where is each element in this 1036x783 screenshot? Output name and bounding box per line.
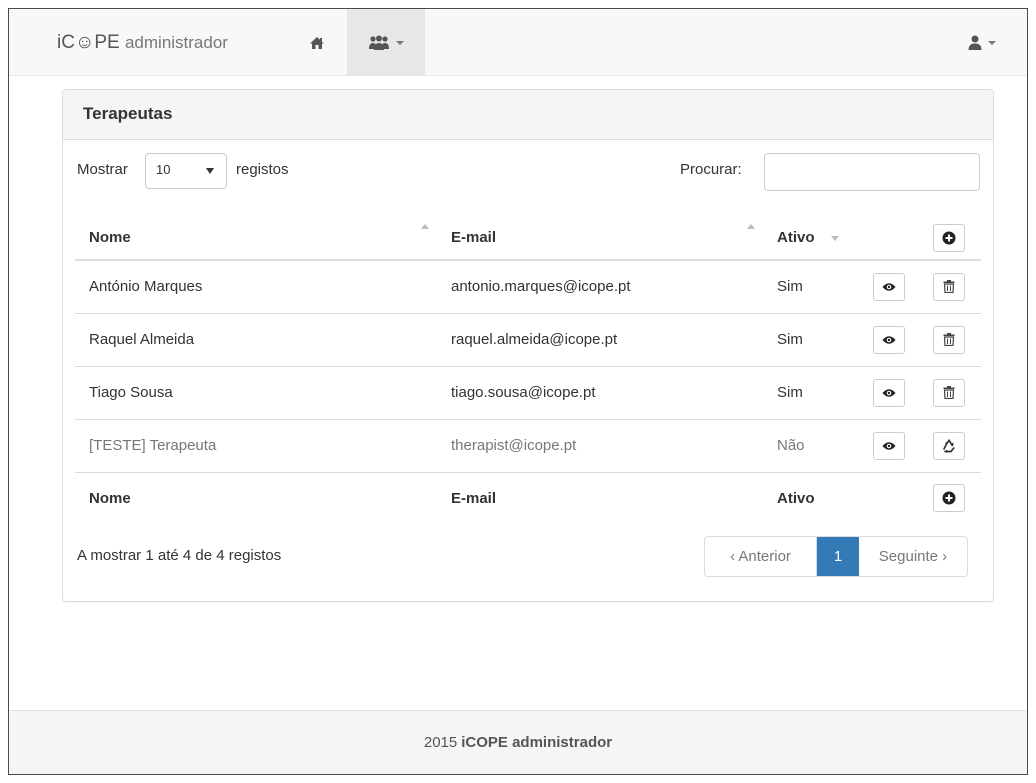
eye-icon <box>882 441 896 450</box>
brand-sub: administrador <box>124 33 228 52</box>
cell-email: antonio.marques@icope.pt <box>451 278 631 296</box>
eye-icon <box>882 283 896 291</box>
therapists-panel: Terapeutas Mostrar 10 registos Procurar: <box>62 89 994 602</box>
search-input[interactable] <box>764 153 980 191</box>
trash-icon <box>943 386 955 399</box>
view-button[interactable] <box>873 431 905 460</box>
user-icon <box>968 35 982 50</box>
panel-title: Terapeutas <box>63 90 993 140</box>
length-suffix: registos <box>236 161 289 178</box>
delete-button[interactable] <box>933 378 965 407</box>
table-row: Tiago Sousa tiago.sousa@icope.pt Sim <box>75 365 981 419</box>
column-header-name[interactable]: Nome <box>75 210 437 261</box>
table-info: A mostrar 1 até 4 de 4 registos <box>77 547 282 564</box>
page-length-value: 10 <box>156 162 171 177</box>
cell-name: [TESTE] Terapeuta <box>75 418 437 472</box>
therapists-table: Nome E-mail Ativo António Marques antoni… <box>75 210 981 524</box>
site-footer: 2015 iCOPE administrador <box>9 710 1027 774</box>
chevron-down-icon <box>396 40 404 45</box>
nav-home-link[interactable] <box>292 9 342 76</box>
add-therapist-button[interactable] <box>933 223 965 252</box>
chevron-down-icon <box>988 40 996 45</box>
sort-desc-icon <box>830 235 839 241</box>
length-label: Mostrar <box>77 161 128 178</box>
user-menu-dropdown[interactable] <box>957 9 1007 76</box>
trash-icon <box>943 280 955 294</box>
sort-icon <box>747 224 755 229</box>
column-header-name-label: Nome <box>89 229 131 246</box>
plus-circle-icon <box>942 231 956 244</box>
view-button[interactable] <box>873 325 905 354</box>
column-footer-email: E-mail <box>437 471 763 524</box>
column-header-email-label: E-mail <box>451 229 497 246</box>
column-header-active-label: Ativo <box>777 229 815 246</box>
column-footer-name: Nome <box>75 471 437 524</box>
page-length-select[interactable]: 10 <box>145 153 227 189</box>
table-controls: Mostrar 10 registos Procurar: <box>63 140 993 206</box>
table-row: Raquel Almeida raquel.almeida@icope.pt S… <box>75 312 981 366</box>
cell-active: Não <box>763 418 859 472</box>
add-therapist-button-footer[interactable] <box>933 484 965 513</box>
users-icon <box>369 35 389 50</box>
recycle-icon <box>943 438 955 453</box>
delete-button[interactable] <box>933 272 965 301</box>
plus-circle-icon <box>942 491 956 505</box>
footer-app-name: iCOPE administrador <box>461 734 613 751</box>
pagination-next[interactable]: Seguinte › <box>859 537 967 576</box>
table-row: [TESTE] Terapeuta therapist@icope.pt Não <box>75 418 981 472</box>
brand-main: iC☺PE <box>57 32 120 53</box>
view-button[interactable] <box>873 272 905 301</box>
pagination-page[interactable]: 1 <box>817 537 859 576</box>
select-arrow-icon <box>206 168 214 174</box>
pagination-prev[interactable]: ‹ Anterior <box>705 537 817 576</box>
column-header-email[interactable]: E-mail <box>437 210 763 261</box>
cell-name: Raquel Almeida <box>75 312 437 366</box>
restore-button[interactable] <box>933 431 965 460</box>
cell-email: therapist@icope.pt <box>437 418 763 472</box>
table-row: António Marques antonio.marques@icope.pt… <box>75 260 981 313</box>
eye-icon <box>882 335 896 344</box>
column-header-active[interactable]: Ativo <box>763 210 859 261</box>
column-footer-active: Ativo <box>763 471 859 524</box>
brand-logo[interactable]: iC☺PE administrador <box>57 32 228 54</box>
sort-icon <box>421 224 429 229</box>
cell-email: raquel.almeida@icope.pt <box>437 312 763 366</box>
nav-users-dropdown[interactable] <box>347 9 425 76</box>
trash-icon <box>943 333 955 346</box>
top-navbar: iC☺PE administrador <box>9 9 1027 76</box>
home-icon <box>310 36 324 49</box>
cell-active: Sim <box>763 312 859 366</box>
eye-icon <box>882 388 896 397</box>
app-frame: iC☺PE administrador Terapeutas Mostrar 1… <box>8 8 1028 775</box>
pagination: ‹ Anterior 1 Seguinte › <box>704 536 968 577</box>
footer-year: 2015 <box>423 734 458 751</box>
cell-name: António Marques <box>89 278 203 296</box>
cell-name: Tiago Sousa <box>75 365 437 419</box>
cell-email: tiago.sousa@icope.pt <box>437 365 763 419</box>
cell-active: Sim <box>763 365 859 419</box>
view-button[interactable] <box>873 378 905 407</box>
cell-active: Sim <box>777 278 803 296</box>
search-label: Procurar: <box>680 161 742 178</box>
delete-button[interactable] <box>933 325 965 354</box>
